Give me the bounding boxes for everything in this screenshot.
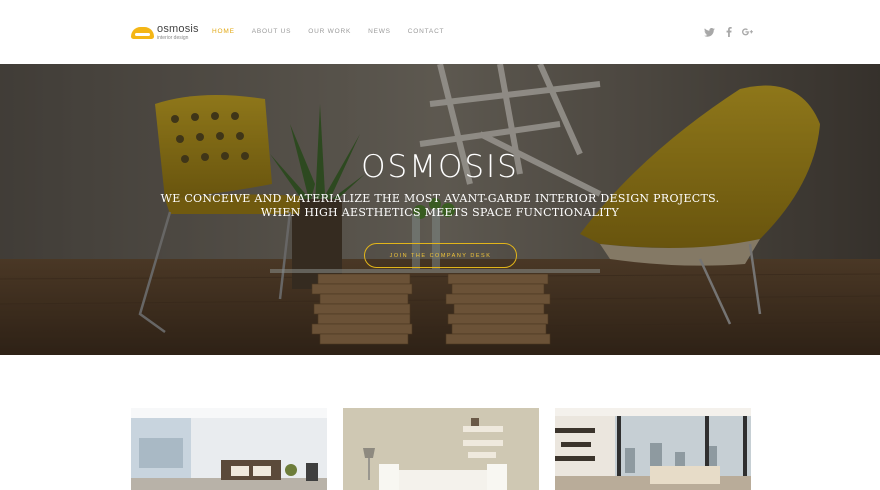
hero-tagline-line-2: WHEN HIGH AESTHETICS MEETS SPACE FUNCTIO…	[260, 206, 620, 219]
brand-name: osmosis	[157, 22, 199, 35]
interior-photo-white-sofa-shelves	[343, 408, 539, 490]
google-plus-icon[interactable]	[741, 26, 754, 38]
gallery-thumb-1[interactable]	[131, 408, 327, 490]
gallery-thumb-3[interactable]	[555, 408, 751, 490]
hero-title: OSMOSIS	[361, 149, 519, 185]
logo-chair-icon	[131, 25, 154, 39]
interior-photo-living-room-window	[131, 408, 327, 490]
facebook-icon[interactable]	[722, 26, 735, 38]
gallery-thumb-2[interactable]	[343, 408, 539, 490]
nav-item-contact[interactable]: CONTACT	[408, 28, 445, 35]
site-header: osmosis interior design HOME ABOUT US OU…	[0, 0, 880, 64]
logo[interactable]: osmosis interior design	[131, 22, 203, 42]
logo-text: osmosis interior design	[157, 22, 199, 41]
hero-banner: OSMOSIS WE CONCEIVE AND MATERIALIZE THE …	[0, 64, 880, 355]
brand-subtitle: interior design	[157, 34, 189, 41]
twitter-icon[interactable]	[703, 26, 716, 38]
hero-tagline: WE CONCEIVE AND MATERIALIZE THE MOST AVA…	[0, 192, 880, 220]
join-company-desk-button[interactable]: JOIN THE COMPANY DESK	[364, 243, 517, 268]
interior-photo-city-view-lounge	[555, 408, 751, 490]
project-gallery	[131, 408, 751, 490]
nav-item-about-us[interactable]: ABOUT US	[252, 28, 292, 35]
social-links	[703, 26, 760, 38]
nav-item-our-work[interactable]: OUR WORK	[308, 28, 351, 35]
nav-item-news[interactable]: NEWS	[368, 28, 391, 35]
nav-item-home[interactable]: HOME	[212, 28, 235, 35]
main-nav: HOME ABOUT US OUR WORK NEWS CONTACT	[212, 28, 461, 35]
hero-tagline-line-1: WE CONCEIVE AND MATERIALIZE THE MOST AVA…	[160, 192, 720, 205]
